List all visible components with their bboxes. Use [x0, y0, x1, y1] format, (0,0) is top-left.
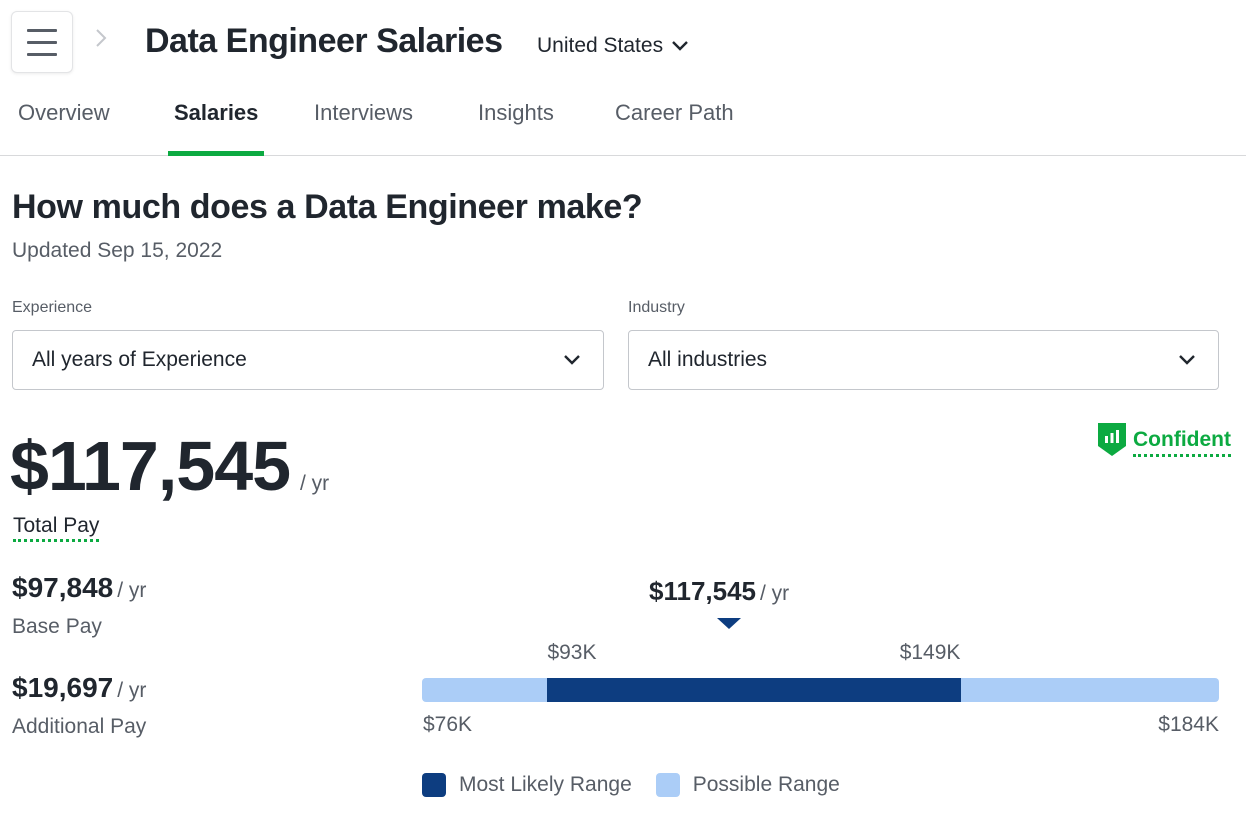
possible-range-bar [422, 678, 1219, 702]
possible-min-label: $76K [423, 713, 473, 736]
chevron-down-icon [672, 41, 688, 51]
tab-overview[interactable]: Overview [18, 100, 110, 156]
legend-swatch-possible [655, 773, 680, 797]
chevron-down-icon [1179, 355, 1195, 365]
chevron-down-icon [564, 355, 580, 365]
legend-swatch-most-likely [422, 773, 446, 797]
section-title: How much does a Data Engineer make? [12, 188, 643, 226]
additional-pay-label: Additional Pay [12, 715, 147, 738]
most-likely-min-label: $93K [547, 641, 597, 664]
most-likely-range-bar [547, 678, 961, 702]
base-pay-unit: / yr [117, 579, 147, 602]
industry-select[interactable]: All industries [628, 330, 1219, 390]
tab-bar: Overview Salaries Interviews Insights Ca… [0, 90, 1246, 156]
hamburger-line [27, 52, 57, 56]
median-marker-label: $117,545/ yr [649, 576, 789, 607]
total-pay-unit: / yr [300, 472, 330, 495]
additional-pay-unit: / yr [117, 679, 147, 702]
chart-legend: Most Likely Range Possible Range [422, 773, 864, 797]
total-pay-label[interactable]: Total Pay [13, 514, 100, 542]
experience-value: All years of Experience [32, 348, 247, 371]
tab-interviews[interactable]: Interviews [314, 100, 413, 156]
most-likely-max-label: $149K [899, 641, 961, 664]
base-pay: $97,848/ yr [12, 572, 146, 604]
chevron-right-icon [96, 29, 107, 47]
tab-career-path[interactable]: Career Path [615, 100, 734, 156]
hamburger-line [27, 40, 57, 44]
bar-chart-shield-icon [1098, 423, 1127, 456]
total-pay-amount: $117,545 [10, 427, 291, 505]
location-dropdown[interactable]: United States [537, 34, 689, 58]
base-pay-amount: $97,848 [12, 572, 114, 603]
experience-label: Experience [12, 299, 93, 316]
base-pay-label: Base Pay [12, 615, 102, 638]
additional-pay-amount: $19,697 [12, 672, 114, 703]
industry-label: Industry [628, 299, 685, 316]
median-marker-amount: $117,545 [649, 576, 757, 606]
confidence-label: Confident [1133, 428, 1231, 457]
median-marker-arrow [716, 618, 741, 629]
legend-item-most-likely: Most Likely Range [422, 773, 632, 797]
tab-salaries[interactable]: Salaries [167, 100, 265, 156]
experience-select[interactable]: All years of Experience [12, 330, 604, 390]
updated-date: Updated Sep 15, 2022 [12, 239, 223, 262]
additional-pay: $19,697/ yr [12, 672, 146, 704]
confidence-badge[interactable]: Confident [1097, 423, 1231, 458]
median-marker-unit: / yr [760, 582, 790, 605]
possible-max-label: $184K [1158, 713, 1219, 736]
industry-value: All industries [648, 348, 768, 371]
page-title: Data Engineer Salaries [145, 22, 503, 60]
tab-insights[interactable]: Insights [478, 100, 554, 156]
hamburger-line [27, 28, 57, 32]
legend-label-possible: Possible Range [692, 773, 840, 796]
legend-label-most-likely: Most Likely Range [459, 773, 632, 796]
location-label: United States [537, 34, 664, 57]
legend-item-possible: Possible Range [655, 773, 840, 797]
menu-button[interactable] [11, 11, 73, 73]
